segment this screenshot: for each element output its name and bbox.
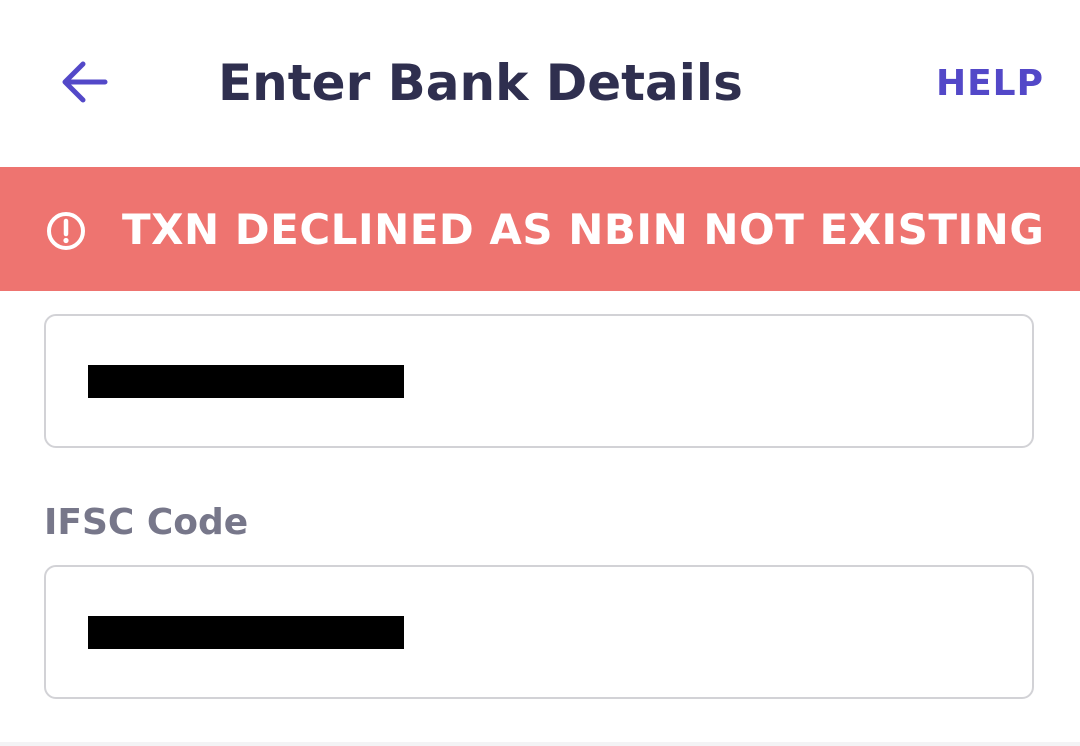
ifsc-code-label: IFSC Code xyxy=(44,502,249,543)
ifsc-code-field[interactable] xyxy=(44,565,1034,699)
redacted-value xyxy=(88,616,404,649)
app-header: Enter Bank Details HELP xyxy=(0,0,1080,167)
back-button[interactable] xyxy=(52,48,116,116)
help-link[interactable]: HELP xyxy=(936,62,1044,106)
error-message: TXN DECLINED AS NBIN NOT EXISTING xyxy=(122,205,1045,254)
divider xyxy=(0,742,1080,746)
account-number-field[interactable] xyxy=(44,314,1034,448)
error-banner: TXN DECLINED AS NBIN NOT EXISTING xyxy=(0,167,1080,291)
alert-circle-icon xyxy=(47,212,85,250)
arrow-left-icon xyxy=(62,61,108,103)
redacted-value xyxy=(88,365,404,398)
page-title: Enter Bank Details xyxy=(218,54,743,112)
